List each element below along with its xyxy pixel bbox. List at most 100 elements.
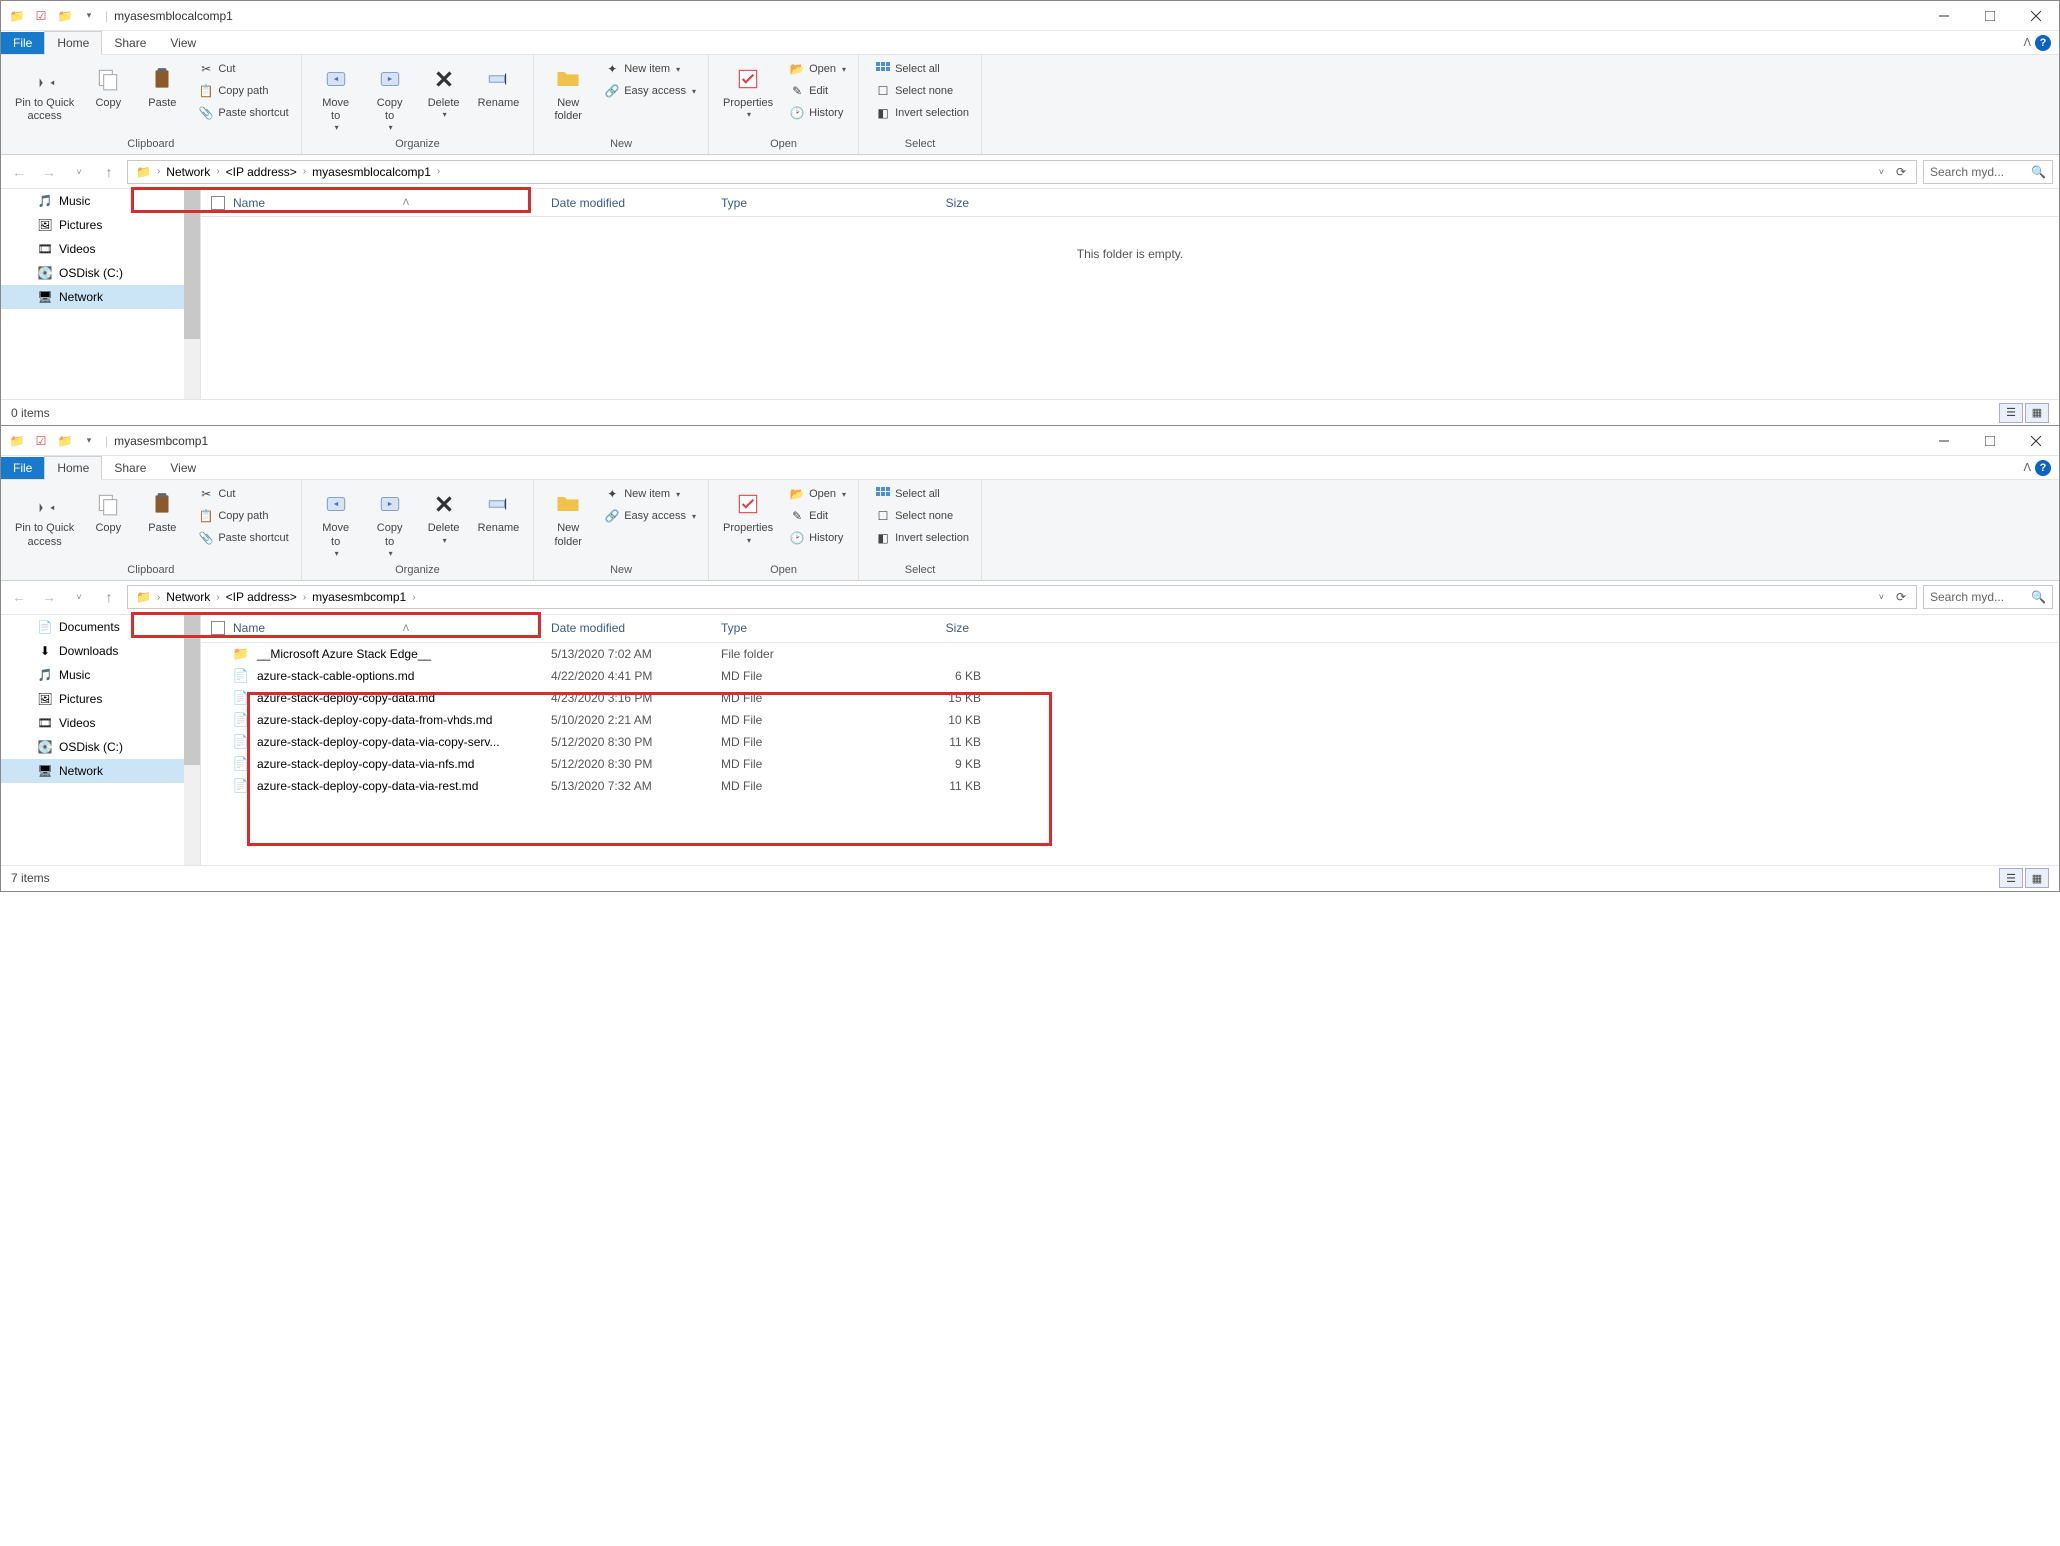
breadcrumb-item[interactable]: Network bbox=[162, 590, 214, 604]
qat-dropdown[interactable]: ▾ bbox=[79, 6, 99, 26]
properties-button[interactable]: Properties▾ bbox=[717, 484, 779, 548]
titlebar[interactable]: 📁☑📁▾|myasesmbcomp1 bbox=[1, 426, 2059, 456]
paste-button[interactable]: Paste bbox=[136, 59, 188, 114]
scrollbar[interactable] bbox=[184, 615, 200, 865]
properties-button[interactable]: Properties▾ bbox=[717, 59, 779, 123]
tab-home[interactable]: Home bbox=[44, 456, 102, 480]
nav-item[interactable]: 🎵Music bbox=[1, 663, 200, 687]
file-row[interactable]: 📄azure-stack-deploy-copy-data-via-rest.m… bbox=[201, 775, 2059, 797]
minimize-button[interactable] bbox=[1921, 1, 1967, 31]
nav-item[interactable]: 🎵Music bbox=[1, 189, 200, 213]
forward-button[interactable]: → bbox=[37, 585, 61, 609]
rename-button[interactable]: Rename bbox=[472, 484, 526, 539]
file-row[interactable]: 📄azure-stack-deploy-copy-data-from-vhds.… bbox=[201, 709, 2059, 731]
column-header-date[interactable]: Date modified bbox=[551, 621, 721, 635]
back-button[interactable]: ← bbox=[7, 160, 31, 184]
select-all-checkbox[interactable] bbox=[211, 196, 225, 210]
close-button[interactable] bbox=[2013, 426, 2059, 456]
select-none-button[interactable]: ☐Select none bbox=[871, 81, 973, 101]
search-input[interactable]: Search myd...🔍 bbox=[1923, 585, 2053, 609]
details-view-button[interactable]: ☰ bbox=[1999, 403, 2023, 423]
minimize-button[interactable] bbox=[1921, 426, 1967, 456]
nav-item[interactable]: 🖼Pictures bbox=[1, 213, 200, 237]
nav-item[interactable]: 🖥Network bbox=[1, 759, 200, 783]
select-all-button[interactable]: Select all bbox=[871, 484, 973, 504]
tab-home[interactable]: Home bbox=[44, 31, 102, 55]
qat-dropdown[interactable]: ▾ bbox=[79, 431, 99, 451]
history-button[interactable]: 🕑History bbox=[785, 103, 850, 123]
column-header-type[interactable]: Type bbox=[721, 621, 881, 635]
address-dropdown[interactable]: ˅ bbox=[1879, 167, 1884, 177]
copy-to-button[interactable]: Copyto▾ bbox=[364, 59, 416, 136]
tab-share[interactable]: Share bbox=[102, 457, 158, 479]
cut-button[interactable]: ✂Cut bbox=[194, 484, 292, 504]
file-menu[interactable]: File bbox=[1, 32, 44, 54]
column-header-name[interactable]: Name bbox=[233, 196, 265, 210]
history-button[interactable]: 🕑History bbox=[785, 528, 850, 548]
breadcrumb-box[interactable]: 📁›Network›<IP address>›myasesmblocalcomp… bbox=[127, 160, 1917, 184]
nav-item[interactable]: 💽OSDisk (C:) bbox=[1, 735, 200, 759]
help-icon[interactable]: ? bbox=[2035, 460, 2051, 476]
rename-button[interactable]: Rename bbox=[472, 59, 526, 114]
address-dropdown[interactable]: ˅ bbox=[1879, 592, 1884, 602]
nav-item[interactable]: 🎞Videos bbox=[1, 237, 200, 261]
invert-selection-button[interactable]: ◧Invert selection bbox=[871, 103, 973, 123]
pin-to-quick-access-button[interactable]: Pin to Quickaccess bbox=[9, 484, 80, 552]
file-row[interactable]: 📄azure-stack-cable-options.md4/22/2020 4… bbox=[201, 665, 2059, 687]
titlebar[interactable]: 📁☑📁▾|myasesmblocalcomp1 bbox=[1, 1, 2059, 31]
move-to-button[interactable]: Moveto▾ bbox=[310, 484, 362, 561]
breadcrumb-item[interactable]: <IP address> bbox=[222, 165, 301, 179]
recent-locations-button[interactable]: ˅ bbox=[67, 585, 91, 609]
cut-button[interactable]: ✂Cut bbox=[194, 59, 292, 79]
close-button[interactable] bbox=[2013, 1, 2059, 31]
maximize-button[interactable] bbox=[1967, 1, 2013, 31]
copy-to-button[interactable]: Copyto▾ bbox=[364, 484, 416, 561]
up-button[interactable]: ↑ bbox=[97, 585, 121, 609]
select-all-button[interactable]: Select all bbox=[871, 59, 973, 79]
thumbnails-view-button[interactable]: ▦ bbox=[2025, 868, 2049, 888]
tab-share[interactable]: Share bbox=[102, 32, 158, 54]
breadcrumb-item[interactable]: <IP address> bbox=[222, 590, 301, 604]
scrollbar[interactable] bbox=[184, 189, 200, 399]
column-header-date[interactable]: Date modified bbox=[551, 196, 721, 210]
column-header-size[interactable]: Size bbox=[881, 196, 981, 210]
nav-item[interactable]: ⬇Downloads bbox=[1, 639, 200, 663]
edit-button[interactable]: ✎Edit bbox=[785, 506, 850, 526]
paste-shortcut-button[interactable]: 📎Paste shortcut bbox=[194, 528, 292, 548]
chevron-right-icon[interactable]: › bbox=[303, 166, 306, 177]
chevron-right-icon[interactable]: › bbox=[437, 166, 440, 177]
file-menu[interactable]: File bbox=[1, 457, 44, 479]
chevron-right-icon[interactable]: › bbox=[157, 166, 160, 177]
qat-button[interactable]: ☑ bbox=[31, 6, 51, 26]
collapse-ribbon-button[interactable]: ᐱ bbox=[2023, 461, 2031, 474]
refresh-button[interactable]: ⟳ bbox=[1890, 586, 1912, 608]
pin-to-quick-access-button[interactable]: Pin to Quickaccess bbox=[9, 59, 80, 127]
delete-button[interactable]: Delete▾ bbox=[418, 484, 470, 548]
back-button[interactable]: ← bbox=[7, 585, 31, 609]
open-button[interactable]: 📂Open▾ bbox=[785, 484, 850, 504]
copy-button[interactable]: Copy bbox=[82, 484, 134, 539]
column-header-size[interactable]: Size bbox=[881, 621, 981, 635]
up-button[interactable]: ↑ bbox=[97, 160, 121, 184]
chevron-right-icon[interactable]: › bbox=[216, 166, 219, 177]
easy-access-button[interactable]: 🔗Easy access▾ bbox=[600, 506, 700, 526]
help-icon[interactable]: ? bbox=[2035, 35, 2051, 51]
chevron-right-icon[interactable]: › bbox=[157, 592, 160, 603]
recent-locations-button[interactable]: ˅ bbox=[67, 160, 91, 184]
paste-button[interactable]: Paste bbox=[136, 484, 188, 539]
scrollbar-thumb[interactable] bbox=[184, 189, 200, 339]
search-input[interactable]: Search myd...🔍 bbox=[1923, 160, 2053, 184]
column-header-type[interactable]: Type bbox=[721, 196, 881, 210]
nav-item[interactable]: 📄Documents bbox=[1, 615, 200, 639]
scrollbar-thumb[interactable] bbox=[184, 615, 200, 765]
select-all-checkbox[interactable] bbox=[211, 621, 225, 635]
nav-item[interactable]: 🖥Network bbox=[1, 285, 200, 309]
tab-view[interactable]: View bbox=[158, 32, 208, 54]
tab-view[interactable]: View bbox=[158, 457, 208, 479]
chevron-right-icon[interactable]: › bbox=[303, 592, 306, 603]
refresh-button[interactable]: ⟳ bbox=[1890, 161, 1912, 183]
file-row[interactable]: 📄azure-stack-deploy-copy-data-via-nfs.md… bbox=[201, 753, 2059, 775]
copy-path-button[interactable]: 📋Copy path bbox=[194, 506, 292, 526]
breadcrumb-box[interactable]: 📁›Network›<IP address>›myasesmbcomp1›˅⟳ bbox=[127, 585, 1917, 609]
move-to-button[interactable]: Moveto▾ bbox=[310, 59, 362, 136]
